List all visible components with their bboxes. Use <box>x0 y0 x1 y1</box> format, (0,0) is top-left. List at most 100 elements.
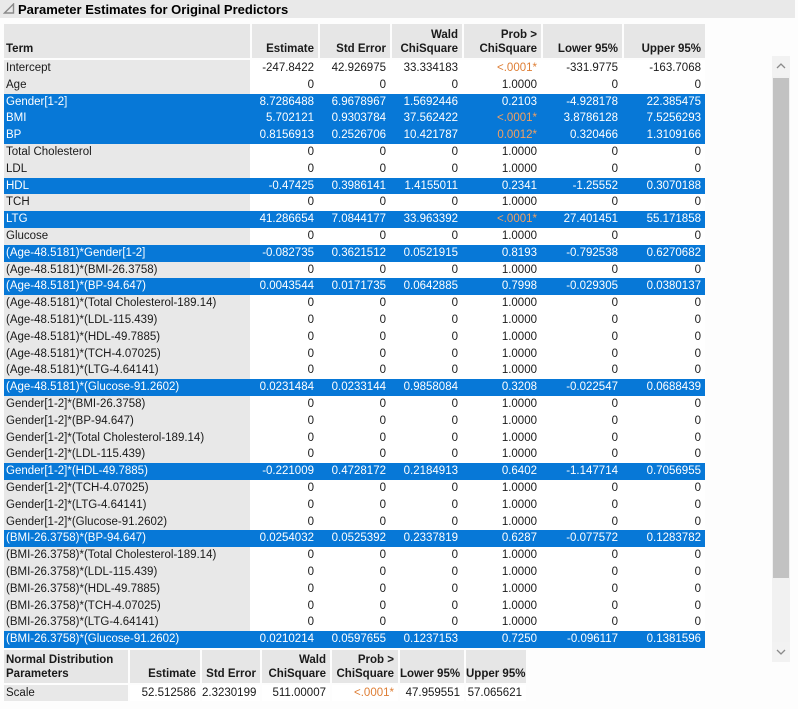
table-row[interactable]: LTG 41.286654 7.0844177 33.963392 <.0001* 27.… <box>4 211 705 228</box>
cell-term: (BMI-26.3758)*(Glucose-91.2602) <box>6 633 180 646</box>
cell-upper-95: 55.171858 <box>646 213 701 226</box>
table-row[interactable]: (Age-48.5181)*(BMI-26.3758) 0 0 0 1.0000 0 0 <box>4 261 705 279</box>
cell-lower-95: 0 <box>611 448 618 461</box>
cell-estimate: 0.0043544 <box>259 280 314 293</box>
cell-lower-95: 3.8786128 <box>563 112 618 125</box>
table-row[interactable]: (BMI-26.3758)*(TCH-4.07025) 0 0 0 1.0000 0 0 <box>4 597 705 615</box>
column-header-lower-95[interactable]: Lower 95% <box>543 24 622 58</box>
table-row[interactable]: (Age-48.5181)*(LDL-115.439) 0 0 0 1.0000 0 0 <box>4 311 705 329</box>
table-row[interactable]: (Age-48.5181)*(HDL-49.7885) 0 0 0 1.0000 0 0 <box>4 328 705 346</box>
table-row[interactable]: (BMI-26.3758)*(Total Cholesterol-189.14)… <box>4 547 705 564</box>
table-row[interactable]: Gender[1-2]*(LDL-115.439) 0 0 0 1.0000 0 0 <box>4 446 705 464</box>
column-header-estimate[interactable]: Estimate <box>130 650 200 683</box>
cell-prob-chisquare: 1.0000 <box>501 582 537 595</box>
cell-wald-chisquare: 33.334183 <box>403 62 458 74</box>
cell-wald-chisquare: 0 <box>451 498 458 511</box>
cell-std-error: 0.3986141 <box>331 179 386 192</box>
table-row[interactable]: (BMI-26.3758)*(LTG-4.64141) 0 0 0 1.0000 0 0 <box>4 614 705 632</box>
scale-wald-chisquare: 511.00007 <box>262 685 330 701</box>
table-row[interactable]: Gender[1-2]*(BP-94.647) 0 0 0 1.0000 0 0 <box>4 412 705 430</box>
column-header-term[interactable]: Term <box>4 24 250 58</box>
cell-prob-chisquare: 1.0000 <box>501 313 537 326</box>
cell-estimate: 0 <box>307 347 314 360</box>
column-header-std-error[interactable]: Std Error <box>320 24 390 58</box>
vertical-scrollbar[interactable] <box>772 56 790 662</box>
table-row[interactable]: Gender[1-2]*(LTG-4.64141) 0 0 0 1.0000 0 0 <box>4 496 705 514</box>
cell-lower-95: -4.928178 <box>566 95 618 108</box>
table-row[interactable]: Gender[1-2]*(Glucose-91.2602) 0 0 0 1.0000 0 0 <box>4 513 705 531</box>
table-row[interactable]: Age 0 0 0 1.0000 0 0 <box>4 76 705 94</box>
column-header-normal-distribution-parameters[interactable]: Normal Distribution Parameters <box>4 650 128 683</box>
cell-upper-95: 0 <box>694 549 701 562</box>
column-header-std-error[interactable]: Std Error <box>202 650 260 683</box>
table-row[interactable]: BMI 5.702121 0.9303784 37.562422 <.0001* 3.87… <box>4 110 705 128</box>
cell-upper-95: 22.385475 <box>646 95 701 108</box>
table-row[interactable]: (Age-48.5181)*(TCH-4.07025) 0 0 0 1.0000 0 0 <box>4 345 705 363</box>
outline-title-bar[interactable]: Parameter Estimates for Original Predict… <box>0 0 795 18</box>
table-row[interactable]: BP 0.8156913 0.2526706 10.421787 0.0012* 0.32… <box>4 127 705 144</box>
column-header-upper-95[interactable]: Upper 95% <box>624 24 705 58</box>
table-row[interactable]: Gender[1-2]*(HDL-49.7885) -0.221009 0.4728… <box>4 463 705 480</box>
table-row-scale[interactable]: Scale 52.512586 2.3230199 511.00007 <.00… <box>4 685 526 701</box>
scrollbar-thumb[interactable] <box>773 78 789 578</box>
table-row[interactable]: HDL -0.47425 0.3986141 1.4155011 0.2341 -1.25… <box>4 177 705 195</box>
cell-wald-chisquare: 0.2337819 <box>403 532 458 545</box>
cell-term: (BMI-26.3758)*(LTG-4.64141) <box>4 614 250 632</box>
cell-lower-95: 0 <box>611 229 618 242</box>
column-header-wald-chisquare[interactable]: Wald ChiSquare <box>392 24 462 58</box>
scroll-up-button[interactable] <box>772 56 790 76</box>
table-row[interactable]: LDL 0 0 0 1.0000 0 0 <box>4 160 705 178</box>
cell-estimate: 8.7286488 <box>259 95 314 108</box>
cell-upper-95: 0 <box>694 330 701 343</box>
table-row[interactable]: Gender[1-2]*(BMI-26.3758) 0 0 0 1.0000 0 0 <box>4 395 705 413</box>
cell-std-error: 0 <box>379 162 386 175</box>
cell-std-error: 0 <box>379 297 386 310</box>
column-header-wald-chisquare[interactable]: Wald ChiSquare <box>262 650 330 683</box>
cell-estimate: 0.0254032 <box>259 532 314 545</box>
chevron-down-icon <box>776 649 786 655</box>
column-header-lower-95[interactable]: Lower 95% <box>400 650 464 683</box>
table-row[interactable]: Gender[1-2]*(Total Cholesterol-189.14) 0 0… <box>4 429 705 447</box>
table-row[interactable]: (BMI-26.3758)*(LDL-115.439) 0 0 0 1.0000 0 0 <box>4 563 705 581</box>
cell-prob-chisquare: 0.8193 <box>501 246 537 259</box>
table-row[interactable]: (Age-48.5181)*(Glucose-91.2602) 0.0231484… <box>4 379 705 396</box>
cell-term: (BMI-26.3758)*(TCH-4.07025) <box>4 597 250 615</box>
table-row[interactable]: Gender[1-2]*(TCH-4.07025) 0 0 0 1.0000 0 0 <box>4 479 705 497</box>
cell-lower-95: -0.792538 <box>566 246 618 259</box>
cell-estimate: 0 <box>307 364 314 377</box>
table-row[interactable]: TCH 0 0 0 1.0000 0 0 <box>4 194 705 212</box>
cell-lower-95: -1.147714 <box>566 465 618 478</box>
cell-lower-95: 0 <box>611 78 618 91</box>
cell-wald-chisquare: 0 <box>451 78 458 91</box>
disclosure-triangle-icon[interactable] <box>3 3 15 15</box>
cell-upper-95: 0 <box>694 196 701 209</box>
cell-std-error: 0 <box>379 397 386 410</box>
table-row[interactable]: Intercept -247.8422 42.926975 33.334183 <.00… <box>4 60 705 77</box>
cell-wald-chisquare: 0 <box>451 616 458 629</box>
table-row[interactable]: (BMI-26.3758)*(BP-94.647) 0.0254032 0.0525… <box>4 530 705 548</box>
table-row[interactable]: (BMI-26.3758)*(HDL-49.7885) 0 0 0 1.0000 0 0 <box>4 580 705 598</box>
table-row[interactable]: (Age-48.5181)*(LTG-4.64141) 0 0 0 1.0000 0 0 <box>4 362 705 380</box>
cell-upper-95: 0 <box>694 145 701 158</box>
table-row[interactable]: (BMI-26.3758)*(Glucose-91.2602) 0.0210214… <box>4 631 705 648</box>
column-header-prob-chisquare[interactable]: Prob > ChiSquare <box>332 650 398 683</box>
table-row[interactable]: Glucose 0 0 0 1.0000 0 0 <box>4 227 705 245</box>
cell-lower-95: 0.320466 <box>570 129 618 142</box>
column-header-upper-95[interactable]: Upper 95% <box>466 650 526 683</box>
cell-term: Gender[1-2]*(BP-94.647) <box>4 412 250 430</box>
cell-term: (BMI-26.3758)*(BP-94.647) <box>6 532 146 545</box>
cell-prob-chisquare: 1.0000 <box>501 364 537 377</box>
table-row[interactable]: (Age-48.5181)*Gender[1-2] -0.082735 0.3621… <box>4 244 705 262</box>
cell-estimate: 0.0231484 <box>259 381 314 394</box>
cell-std-error: 0.2526706 <box>331 129 386 142</box>
table-row[interactable]: Total Cholesterol 0 0 0 1.0000 0 0 <box>4 143 705 161</box>
column-header-estimate[interactable]: Estimate <box>252 24 318 58</box>
scroll-down-button[interactable] <box>772 642 790 662</box>
cell-term: Gender[1-2]*(HDL-49.7885) <box>6 465 148 478</box>
table-row[interactable]: Gender[1-2] 8.7286488 6.9678967 1.5692446 0.… <box>4 93 705 111</box>
table-row[interactable]: (Age-48.5181)*(BP-94.647) 0.0043544 0.0171… <box>4 278 705 296</box>
column-header-prob-chisquare[interactable]: Prob > ChiSquare <box>464 24 541 58</box>
cell-upper-95: 0 <box>694 565 701 578</box>
cell-term: BMI <box>6 112 27 125</box>
table-row[interactable]: (Age-48.5181)*(Total Cholesterol-189.14)… <box>4 295 705 312</box>
